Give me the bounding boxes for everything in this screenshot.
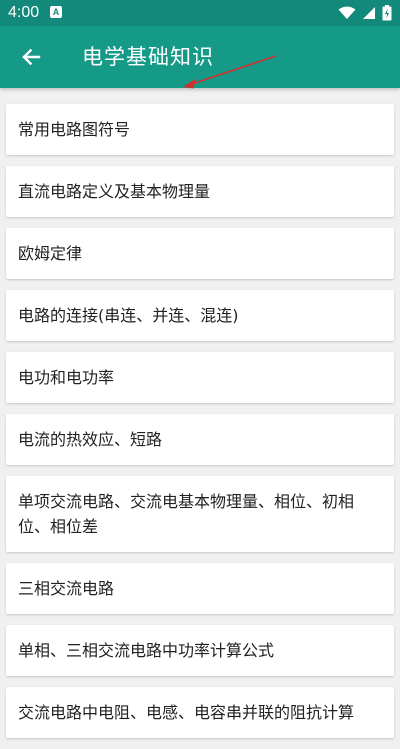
list-item[interactable]: 单相、三相交流电路中功率计算公式	[6, 625, 394, 676]
list-item[interactable]: 电功和电功率	[6, 352, 394, 403]
status-bar: 4:00 A	[0, 0, 400, 26]
list-item[interactable]: 交流电路中电阻、电感、电容串并联的阻抗计算	[6, 687, 394, 738]
topic-list: 常用电路图符号 直流电路定义及基本物理量 欧姆定律电路的连接(串连、并连、混连) 电功…	[0, 104, 400, 749]
battery-icon	[382, 5, 392, 21]
list-item[interactable]: 欧姆定律	[6, 228, 394, 279]
list-item[interactable]: 单项交流电路、交流电基本物理量、相位、初相位、相位差	[6, 476, 394, 552]
notification-icon: A	[50, 6, 62, 18]
list-item[interactable]: 电流的热效应、短路	[6, 414, 394, 465]
list-item[interactable]: 直流电路定义及基本物理量	[6, 166, 394, 217]
app-bar: 电学基础知识	[0, 26, 400, 88]
back-button[interactable]	[14, 40, 48, 74]
arrow-left-icon	[22, 48, 41, 66]
page-title: 电学基础知识	[82, 45, 214, 69]
signal-icon	[363, 7, 375, 19]
status-icons	[338, 4, 392, 22]
list-item[interactable]: 常用电路图符号	[6, 104, 394, 155]
list-item[interactable]: 电路的连接(串连、并连、混连)	[6, 290, 394, 341]
status-time: 4:00	[8, 4, 40, 21]
list-item[interactable]: 三相交流电路	[6, 563, 394, 614]
wifi-icon	[338, 6, 356, 19]
